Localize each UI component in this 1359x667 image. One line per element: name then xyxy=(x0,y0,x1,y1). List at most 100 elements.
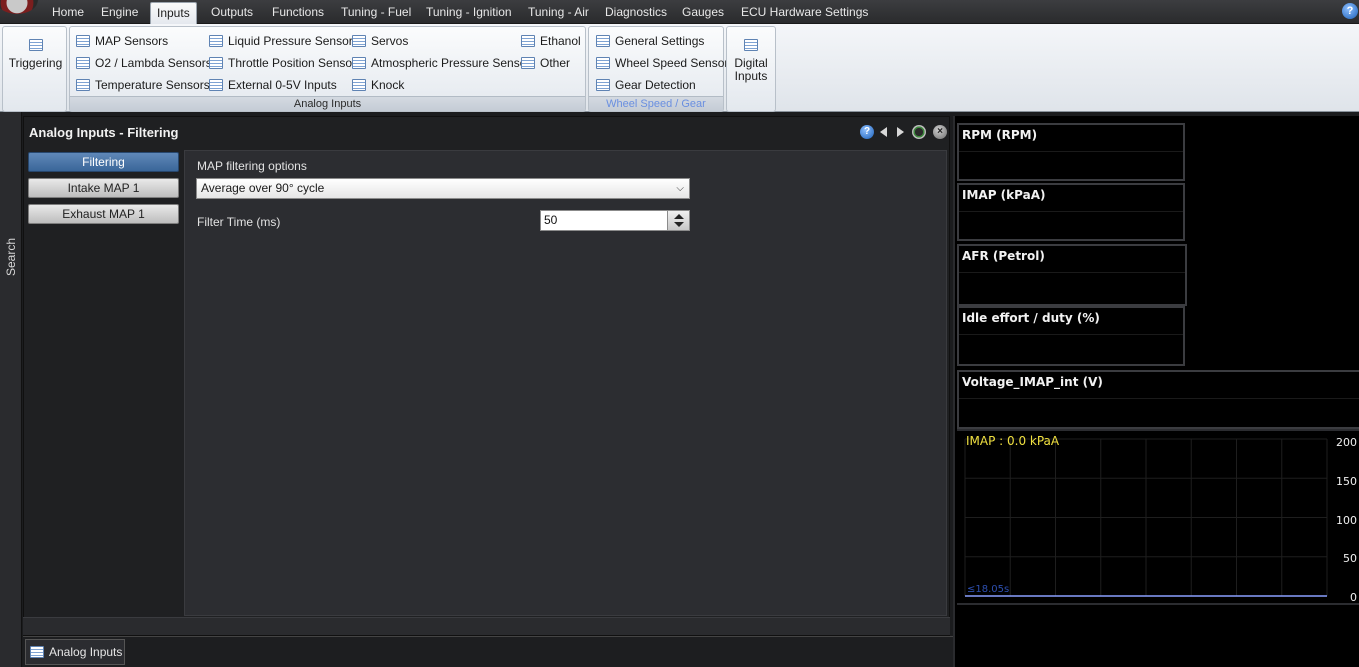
stepper-up-icon[interactable] xyxy=(674,214,684,219)
help-icon[interactable]: ? xyxy=(1342,3,1358,19)
previous-arrow-icon[interactable] xyxy=(880,127,887,137)
imap-time-chart[interactable]: IMAP : 0.0 kPaA ≤18.05s 200 150 100 50 0 xyxy=(957,429,1359,605)
general-settings-button[interactable]: General Settings xyxy=(596,32,704,50)
stepper-buttons[interactable] xyxy=(667,211,689,230)
filter-time-value: 50 xyxy=(544,213,558,227)
gear-detection-button[interactable]: Gear Detection xyxy=(596,76,696,94)
temperature-sensors-button[interactable]: Temperature Sensors xyxy=(76,76,210,94)
external-0-5v-inputs-button[interactable]: External 0-5V Inputs xyxy=(209,76,337,94)
gauge-icon[interactable] xyxy=(912,125,926,139)
gauge-afr[interactable]: AFR (Petrol) xyxy=(957,244,1187,306)
tab-engine[interactable]: Engine xyxy=(101,0,138,24)
list-icon xyxy=(209,35,223,47)
analog-inputs-filtering-panel: Analog Inputs - Filtering ? × Filtering … xyxy=(23,116,950,636)
ribbon-group-wheel-speed-gear: General Settings Wheel Speed Sensor Gear… xyxy=(588,26,728,112)
search-label[interactable]: Search xyxy=(4,238,18,276)
exhaust-map-1-button[interactable]: Exhaust MAP 1 xyxy=(28,204,179,224)
triggering-label: Triggering xyxy=(8,56,63,70)
gauge-rpm[interactable]: RPM (RPM) xyxy=(957,123,1185,181)
ribbon-group-digital-inputs: Digital Inputs xyxy=(726,26,776,112)
map-sensors-button[interactable]: MAP Sensors xyxy=(76,32,168,50)
digital-inputs-label-1: Digital xyxy=(734,56,768,70)
list-icon xyxy=(76,79,90,91)
panel-help-icon[interactable]: ? xyxy=(860,125,874,139)
next-arrow-icon[interactable] xyxy=(897,127,904,137)
ethanol-button[interactable]: Ethanol xyxy=(521,32,581,50)
map-filtering-value: Average over 90° cycle xyxy=(201,181,325,195)
tab-tuning-air[interactable]: Tuning - Air xyxy=(528,0,589,24)
ribbon: Triggering MAP Sensors O2 / Lambda Senso… xyxy=(0,24,1359,112)
chart-time-window: ≤18.05s xyxy=(967,584,1010,595)
gauge-label: Voltage_IMAP_int (V) xyxy=(962,375,1103,389)
list-icon xyxy=(744,39,758,51)
list-icon xyxy=(352,79,366,91)
digital-inputs-button[interactable]: Digital Inputs xyxy=(729,39,773,83)
tab-inputs[interactable]: Inputs xyxy=(150,2,197,24)
list-icon xyxy=(30,646,44,658)
list-icon xyxy=(76,57,90,69)
tab-diagnostics[interactable]: Diagnostics xyxy=(605,0,667,24)
wheel-speed-sensor-button[interactable]: Wheel Speed Sensor xyxy=(596,54,728,72)
list-icon xyxy=(352,57,366,69)
filtering-button[interactable]: Filtering xyxy=(28,152,179,172)
ribbon-caption-analog-inputs: Analog Inputs xyxy=(70,96,585,111)
chart-title: IMAP : 0.0 kPaA xyxy=(966,434,1060,448)
tab-outputs[interactable]: Outputs xyxy=(211,0,253,24)
throttle-position-sensor-button[interactable]: Throttle Position Sensor xyxy=(209,54,356,72)
analog-inputs-document-tab[interactable]: Analog Inputs xyxy=(25,639,125,665)
search-sidebar[interactable]: Search xyxy=(0,112,22,667)
gauge-idle-effort[interactable]: Idle effort / duty (%) xyxy=(957,306,1185,366)
stepper-down-icon[interactable] xyxy=(674,222,684,227)
tab-gauges[interactable]: Gauges xyxy=(682,0,724,24)
servos-button[interactable]: Servos xyxy=(352,32,408,50)
o2-lambda-sensors-button[interactable]: O2 / Lambda Sensors xyxy=(76,54,212,72)
app-logo-icon[interactable] xyxy=(0,0,38,14)
list-icon xyxy=(521,35,535,47)
triggering-button[interactable]: Triggering xyxy=(8,39,63,70)
menu-bar: Home Engine Inputs Outputs Functions Tun… xyxy=(0,0,1359,24)
y-tick-label: 150 xyxy=(1336,475,1357,488)
liquid-pressure-sensors-button[interactable]: Liquid Pressure Sensors xyxy=(209,32,359,50)
atmospheric-pressure-sensor-button[interactable]: Atmospheric Pressure Sensor xyxy=(352,54,530,72)
gauge-label: RPM (RPM) xyxy=(962,128,1038,142)
ribbon-caption-wheel-speed-gear: Wheel Speed / Gear xyxy=(589,96,723,111)
ribbon-group-triggering: Triggering xyxy=(2,26,67,112)
gauge-label: Idle effort / duty (%) xyxy=(962,311,1100,325)
y-tick-label: 0 xyxy=(1350,591,1357,604)
list-icon xyxy=(209,79,223,91)
tab-tuning-ignition[interactable]: Tuning - Ignition xyxy=(426,0,512,24)
list-icon xyxy=(596,57,610,69)
list-icon xyxy=(76,35,90,47)
close-icon[interactable]: × xyxy=(933,125,947,139)
filtering-settings-area: MAP filtering options Average over 90° c… xyxy=(184,150,947,616)
gauge-panel: RPM (RPM) IMAP (kPaA) AFR (Petrol) Idle … xyxy=(953,116,1359,667)
gauge-voltage-imap-int[interactable]: Voltage_IMAP_int (V) xyxy=(957,370,1359,429)
list-icon xyxy=(596,35,610,47)
list-icon xyxy=(596,79,610,91)
tab-functions[interactable]: Functions xyxy=(272,0,324,24)
document-tab-bar: Analog Inputs xyxy=(23,636,953,667)
y-tick-label: 50 xyxy=(1343,552,1357,565)
imap-chart-svg xyxy=(964,438,1328,597)
tab-ecu-hardware-settings[interactable]: ECU Hardware Settings xyxy=(741,0,868,24)
list-icon xyxy=(521,57,535,69)
gauge-label: IMAP (kPaA) xyxy=(962,188,1046,202)
filter-time-stepper[interactable]: 50 xyxy=(540,210,690,231)
gauge-imap[interactable]: IMAP (kPaA) xyxy=(957,183,1185,241)
intake-map-1-button[interactable]: Intake MAP 1 xyxy=(28,178,179,198)
panel-status-strip xyxy=(23,617,950,635)
tab-home[interactable]: Home xyxy=(52,0,84,24)
digital-inputs-label-2: Inputs xyxy=(734,69,768,83)
chevron-down-icon: ⌵ xyxy=(676,183,684,194)
y-tick-label: 200 xyxy=(1336,436,1357,449)
map-filtering-select[interactable]: Average over 90° cycle ⌵ xyxy=(196,178,690,199)
filter-time-label: Filter Time (ms) xyxy=(197,215,281,229)
tab-tuning-fuel[interactable]: Tuning - Fuel xyxy=(341,0,411,24)
list-icon xyxy=(352,35,366,47)
map-filtering-options-label: MAP filtering options xyxy=(197,159,307,173)
knock-button[interactable]: Knock xyxy=(352,76,404,94)
list-icon xyxy=(209,57,223,69)
list-icon xyxy=(28,39,43,51)
other-button[interactable]: Other xyxy=(521,54,570,72)
ribbon-group-analog-inputs: MAP Sensors O2 / Lambda Sensors Temperat… xyxy=(69,26,586,112)
